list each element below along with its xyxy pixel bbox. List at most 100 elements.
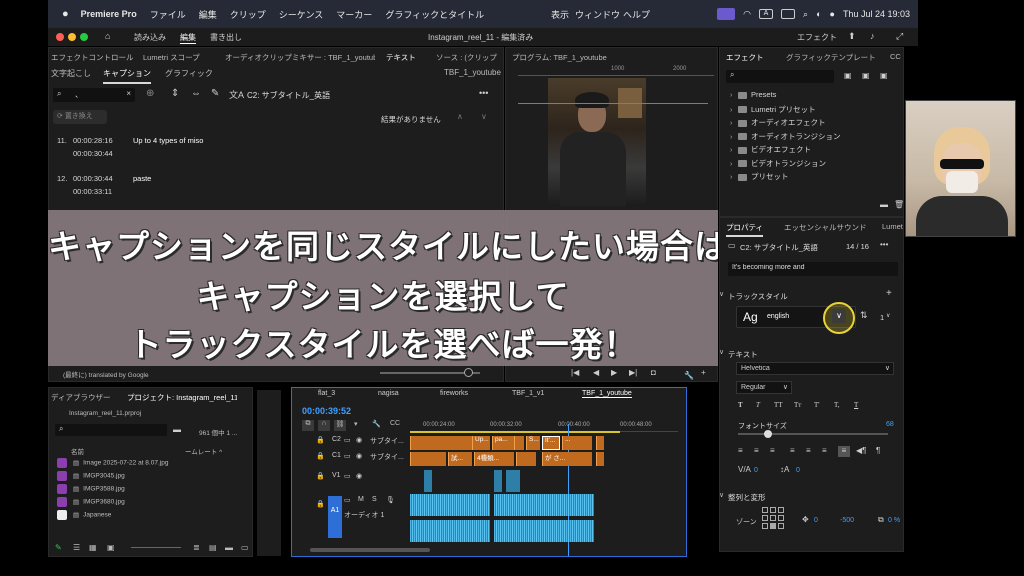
tab-project[interactable]: プロジェクト: Instagram_reel_11 (127, 392, 237, 403)
effects-search-field[interactable]: ⌕ (726, 70, 834, 83)
home-icon[interactable]: ⌂ (105, 31, 110, 41)
tab-effect-controls[interactable]: エフェクトコントロール (51, 52, 134, 63)
eye-icon[interactable]: ◉ (356, 472, 362, 480)
marker-icon[interactable]: ▾ (354, 420, 358, 428)
align-transform-label[interactable]: 整列と変形 (728, 492, 766, 503)
column-framerate[interactable]: ームレート ^ (185, 446, 235, 456)
effects-item[interactable]: › オーディオトランジション (730, 131, 900, 145)
tab-source[interactable]: ソース : (クリップ (436, 52, 502, 63)
align-left-icon[interactable]: ≡ (738, 446, 743, 455)
underline-button[interactable]: T (854, 401, 858, 409)
workspace-label[interactable]: エフェクト (797, 32, 837, 43)
effects-item[interactable]: › プリセット (730, 171, 900, 185)
search-icon[interactable]: ⌕ (803, 9, 808, 20)
menu-window[interactable]: ウィンドウ (575, 8, 620, 21)
menu-edit[interactable]: 編集 (199, 8, 217, 21)
translation-slider[interactable] (380, 368, 480, 377)
camera-icon[interactable]: ◘ (651, 368, 656, 377)
caption-clip-selected[interactable]: It'... (542, 436, 560, 450)
project-item[interactable]: ▤ Japanese (57, 510, 237, 523)
pen-icon[interactable]: ✎ (55, 543, 62, 552)
ltr-icon[interactable]: ¶ (876, 446, 880, 455)
clear-icon[interactable]: × (126, 89, 131, 98)
rtl-icon[interactable]: ◀¶ (856, 446, 866, 455)
tab-edit[interactable]: 編集 (180, 32, 196, 44)
new-bin-icon[interactable]: ▬ (225, 543, 233, 552)
eye-icon[interactable]: ◉ (356, 452, 362, 460)
nest-icon[interactable]: ⧉ (302, 420, 314, 431)
solo-button[interactable]: S (372, 496, 377, 503)
font-family-dropdown[interactable]: Helvetica ∨ (736, 362, 894, 375)
replace-button[interactable]: ⟳ 置き換え (53, 110, 107, 124)
captions-toggle-icon[interactable]: CC (390, 420, 400, 427)
apple-icon[interactable]: ● (62, 8, 69, 20)
caption-clip[interactable]: ... (562, 436, 592, 450)
caption-clip[interactable] (596, 436, 604, 450)
share-icon[interactable]: ⬆ (848, 31, 856, 42)
project-item[interactable]: ▤ IMGP3045.jpg (57, 471, 237, 484)
justify-all-icon[interactable]: ≡ (822, 446, 827, 455)
tab-sequence[interactable]: fireworks (440, 390, 468, 397)
chevron-down-icon[interactable]: ∨ (719, 290, 724, 298)
tab-sequence-active[interactable]: TBF_1_youtube (582, 390, 632, 398)
menu-clip[interactable]: クリップ (230, 8, 266, 21)
linked-selection-icon[interactable]: ⛓ (334, 420, 346, 431)
allcaps-button[interactable]: TT (774, 401, 783, 409)
project-item[interactable]: ▤ IMGP3588.jpg (57, 484, 237, 497)
split-icon[interactable]: ⇕ (171, 88, 179, 99)
minimize-window-button[interactable] (68, 33, 76, 41)
eye-icon[interactable]: ◉ (356, 436, 362, 444)
lock-icon[interactable]: 🔒 (316, 500, 325, 508)
a1-target[interactable]: A1 (328, 496, 342, 538)
position-y-value[interactable]: -500 (840, 517, 854, 524)
superscript-button[interactable]: T' (814, 401, 820, 409)
tab-text[interactable]: テキスト (386, 52, 416, 63)
more-icon[interactable]: ••• (880, 240, 888, 249)
filter-icon-1[interactable]: ▣ (844, 71, 852, 80)
new-item-icon[interactable]: ▭ (241, 543, 249, 552)
caption-clip[interactable]: 4種類... (474, 452, 514, 466)
lock-icon[interactable]: 🔒 (316, 472, 325, 480)
menu-app-name[interactable]: Premiere Pro (81, 9, 137, 19)
align-right-icon[interactable]: ≡ (770, 446, 775, 455)
justify-last-icon[interactable]: ≡ (806, 446, 811, 455)
column-name[interactable]: 名前 (71, 446, 84, 456)
wifi-icon[interactable]: ◠ (743, 9, 751, 20)
effects-item[interactable]: › ビデオトランジション (730, 158, 900, 172)
caption-text[interactable]: paste (133, 174, 151, 183)
clock[interactable]: Thu Jul 24 19:03 (843, 9, 910, 19)
effects-item[interactable]: › Lumetri プリセット (730, 104, 900, 118)
toggle-output-icon[interactable]: ▭ (344, 472, 351, 480)
input-source-icon[interactable]: A (759, 9, 774, 19)
translate-icon[interactable]: 文A (229, 88, 244, 101)
step-forward-icon[interactable]: ▶| (629, 368, 637, 377)
icon-view-icon[interactable]: ▦ (89, 543, 97, 552)
slider-knob[interactable] (764, 430, 772, 438)
caption-text[interactable]: Up to 4 types of miso (133, 136, 203, 145)
mic-icon[interactable]: 🎙 (386, 496, 395, 504)
subtab-transcript[interactable]: 文字起こし (51, 68, 91, 79)
video-clip[interactable] (424, 470, 432, 492)
tab-cc[interactable]: CC (890, 52, 901, 61)
tab-audio-clip-mixer[interactable]: オーディオクリップミキサー : TBF_1_youtube (225, 52, 375, 63)
style-dropdown-cursor-highlight[interactable]: ∨ (823, 302, 855, 334)
merge-icon[interactable]: ⇔ (191, 88, 201, 99)
tab-lumetri-scopes[interactable]: Lumetri スコープ (143, 52, 200, 63)
control-center-icon[interactable]: ◐ (816, 9, 821, 19)
menu-help[interactable]: ヘルプ (623, 8, 650, 21)
lock-icon[interactable]: 🔒 (316, 436, 325, 444)
trash-icon[interactable]: 🗑 (894, 200, 904, 209)
tab-sequence[interactable]: nagisa (378, 390, 399, 397)
video-frame[interactable] (548, 78, 646, 206)
sync-style-icon[interactable]: ⇅ (860, 310, 868, 321)
video-clip[interactable] (494, 470, 520, 492)
menu-sequence[interactable]: シーケンス (279, 8, 324, 21)
effects-item[interactable]: › ビデオエフェクト (730, 144, 900, 158)
tab-graphic-templates[interactable]: グラフィックテンプレート (786, 52, 876, 63)
bell-icon[interactable]: ♪ (870, 31, 875, 41)
position-x-value[interactable]: 0 (814, 517, 818, 524)
caption-clip[interactable]: S... (526, 436, 540, 450)
zone-grid[interactable] (762, 507, 784, 529)
tracking-value[interactable]: 0 (754, 467, 758, 474)
bold-button[interactable]: T (738, 401, 743, 409)
